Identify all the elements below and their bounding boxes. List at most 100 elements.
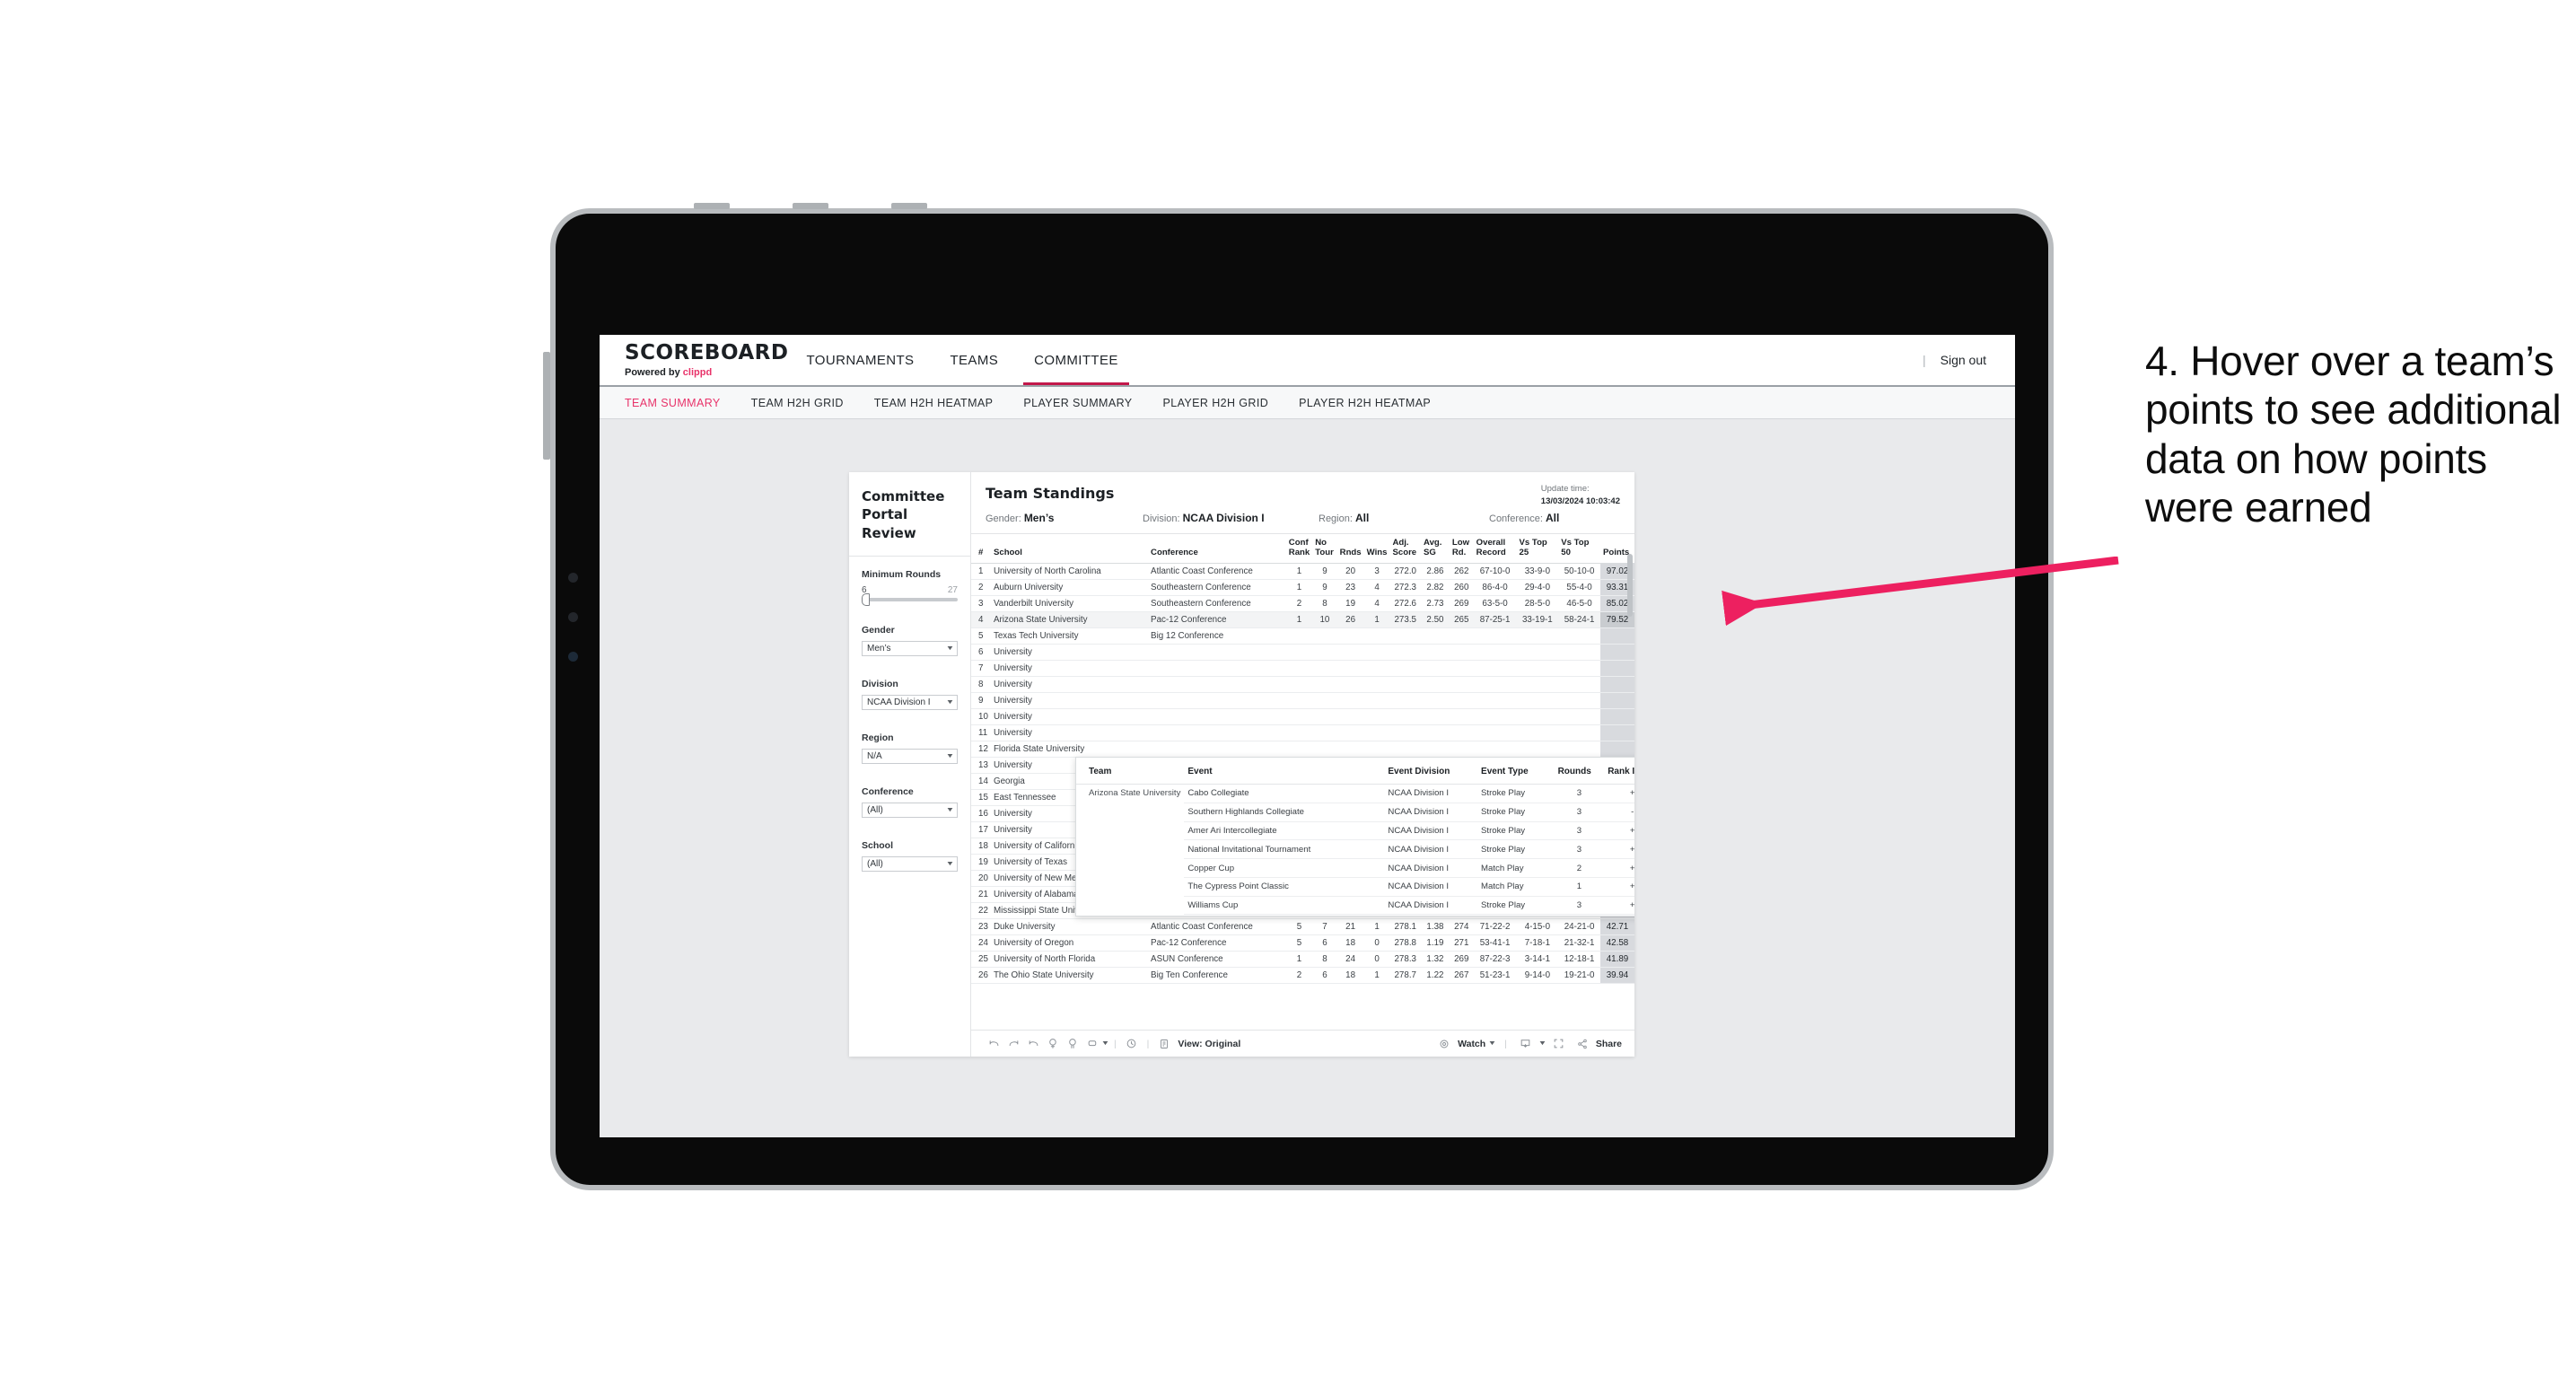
summary-region: Region: All [1319, 512, 1489, 524]
table-row[interactable]: 5 Texas Tech University Big 12 Conference [971, 627, 1634, 645]
chevron-down-icon[interactable]: ▼ [1101, 1040, 1110, 1047]
cell-points[interactable]: 39.94 [1599, 967, 1634, 985]
col-adj-score[interactable]: Adj. Score [1389, 534, 1422, 565]
revert-icon[interactable] [1023, 1034, 1043, 1054]
sign-out-link[interactable]: Sign out [1941, 353, 1986, 367]
standings-table-container[interactable]: # School Conference Conf Rank No Tour Rn… [971, 534, 1634, 1030]
refresh-add-icon[interactable] [1043, 1034, 1063, 1054]
cell-points[interactable] [1599, 692, 1634, 710]
tab-team-h2h-heatmap[interactable]: TEAM H2H HEATMAP [874, 397, 994, 409]
table-row[interactable]: 23 Duke University Atlantic Coast Conferen… [971, 918, 1634, 936]
cell-points[interactable] [1599, 627, 1634, 645]
cell-points[interactable]: 42.71 [1599, 918, 1634, 936]
table-row[interactable]: 8 University [971, 676, 1634, 694]
download-icon[interactable] [1516, 1034, 1536, 1054]
table-row[interactable]: 7 University [971, 660, 1634, 678]
cell-points[interactable] [1599, 676, 1634, 694]
table-row[interactable]: 9 University [971, 692, 1634, 710]
cell-no-tour [1312, 676, 1337, 694]
filter-group-division: Division NCAA Division I ▼ [862, 679, 958, 710]
chevron-down-icon[interactable]: ▼ [1488, 1040, 1497, 1047]
cell-no-tour: 8 [1312, 595, 1337, 613]
history-clock-icon[interactable] [1122, 1034, 1142, 1054]
topnav-item-teams[interactable]: TEAMS [932, 335, 1016, 385]
conference-select[interactable]: (All) ▼ [862, 802, 958, 818]
tab-player-summary[interactable]: PLAYER SUMMARY [1023, 397, 1132, 409]
school-select[interactable]: (All) ▼ [862, 855, 958, 872]
portal-title: Committee Portal Review [849, 472, 970, 557]
cell-conference: ASUN Conference [1148, 951, 1286, 969]
cell-points[interactable]: 42.58 [1599, 934, 1634, 952]
chevron-down-icon[interactable]: ▼ [1538, 1040, 1546, 1047]
table-row[interactable]: 24 University of Oregon Pac-12 Conference 5… [971, 934, 1634, 952]
col-avg-sg[interactable]: Avg. SG [1421, 534, 1450, 565]
chevron-down-icon: ▼ [945, 698, 955, 706]
topnav-item-committee[interactable]: COMMITTEE [1016, 335, 1136, 385]
col-conference[interactable]: Conference [1148, 534, 1286, 565]
cell-points[interactable] [1599, 644, 1634, 662]
col-school[interactable]: School [990, 534, 1149, 565]
cell-no-tour: 7 [1312, 918, 1337, 936]
table-row[interactable]: 11 University [971, 724, 1634, 742]
minimum-rounds-slider[interactable] [862, 592, 958, 606]
tab-team-h2h-grid[interactable]: TEAM H2H GRID [751, 397, 844, 409]
cell-rnds: 18 [1336, 967, 1364, 985]
table-row[interactable]: 6 University [971, 644, 1634, 662]
cell-points[interactable] [1599, 660, 1634, 678]
tooltip-col-rounds: Rounds [1554, 758, 1605, 785]
cell-rnds [1336, 708, 1364, 726]
col-vs-top-50[interactable]: Vs Top 50 [1558, 534, 1600, 565]
table-row[interactable]: 26 The Ohio State University Big Ten Confe… [971, 967, 1634, 985]
tooltip-cell-impact: + 1 [1604, 914, 1634, 916]
topnav-item-tournaments[interactable]: TOURNAMENTS [789, 335, 933, 385]
cell-vs-top-25: 33-9-0 [1516, 563, 1559, 581]
cell-conf-rank [1285, 692, 1313, 710]
summary-conference-key: Conference: [1489, 513, 1546, 524]
region-select[interactable]: N/A ▼ [862, 748, 958, 764]
brand-logo[interactable]: SCOREBOARD Powered by clippd [600, 335, 789, 385]
col-low-rd[interactable]: Low Rd. [1449, 534, 1474, 565]
points-hover-tooltip: Team Event Event Division Event Type Rou… [1075, 757, 1634, 917]
redo-icon[interactable] [1003, 1034, 1023, 1054]
col-overall-record[interactable]: Overall Record [1473, 534, 1517, 565]
table-row[interactable]: 1 University of North Carolina Atlantic Co… [971, 563, 1634, 581]
share-button[interactable]: Share [1573, 1034, 1622, 1054]
table-row[interactable]: 12 Florida State University [971, 741, 1634, 759]
table-row[interactable]: 3 Vanderbilt University Southeastern Confe… [971, 595, 1634, 613]
col-vs-top-25[interactable]: Vs Top 25 [1516, 534, 1559, 565]
cell-vs-top-25 [1516, 644, 1559, 662]
tab-player-h2h-heatmap[interactable]: PLAYER H2H HEATMAP [1299, 397, 1431, 409]
cell-points[interactable]: 41.89 [1599, 951, 1634, 969]
watch-button[interactable]: Watch ▼ [1434, 1034, 1497, 1054]
view-original-button[interactable]: View: Original [1154, 1034, 1240, 1054]
fullscreen-icon[interactable] [1549, 1034, 1569, 1054]
table-row[interactable]: 4 Arizona State University Pac-12 Conferen… [971, 611, 1634, 629]
table-row[interactable]: 2 Auburn University Southeastern Conferenc… [971, 579, 1634, 597]
minimum-rounds-slider-thumb[interactable] [862, 592, 870, 606]
cell-vs-top-25 [1516, 692, 1559, 710]
col-no-tour[interactable]: No Tour [1312, 534, 1337, 565]
cell-points[interactable] [1599, 708, 1634, 726]
gender-select-value: Men’s [867, 643, 891, 654]
highlight-icon[interactable] [1082, 1034, 1102, 1054]
col-conf-rank[interactable]: Conf Rank [1285, 534, 1313, 565]
cell-overall-record: 63-5-0 [1473, 595, 1517, 613]
table-row[interactable]: 10 University [971, 708, 1634, 726]
table-row[interactable]: 25 University of North Florida ASUN Confer… [971, 951, 1634, 969]
col-rank[interactable]: # [971, 534, 991, 565]
cell-overall-record: 51-23-1 [1473, 967, 1517, 985]
gender-select[interactable]: Men’s ▼ [862, 640, 958, 656]
cell-conference: Southeastern Conference [1148, 595, 1286, 613]
tab-player-h2h-grid[interactable]: PLAYER H2H GRID [1163, 397, 1269, 409]
table-scrollbar[interactable] [1627, 554, 1633, 617]
cell-wins: 3 [1363, 563, 1390, 581]
cell-points[interactable] [1599, 724, 1634, 742]
col-rnds[interactable]: Rnds [1336, 534, 1364, 565]
division-select[interactable]: NCAA Division I ▼ [862, 694, 958, 710]
tooltip-cell-event: Amer Ari Intercollegiate [1184, 821, 1385, 841]
tab-team-summary[interactable]: TEAM SUMMARY [625, 397, 721, 409]
col-wins[interactable]: Wins [1363, 534, 1390, 565]
cell-points[interactable] [1599, 741, 1634, 759]
undo-icon[interactable] [984, 1034, 1003, 1054]
pause-refresh-icon[interactable] [1063, 1034, 1082, 1054]
